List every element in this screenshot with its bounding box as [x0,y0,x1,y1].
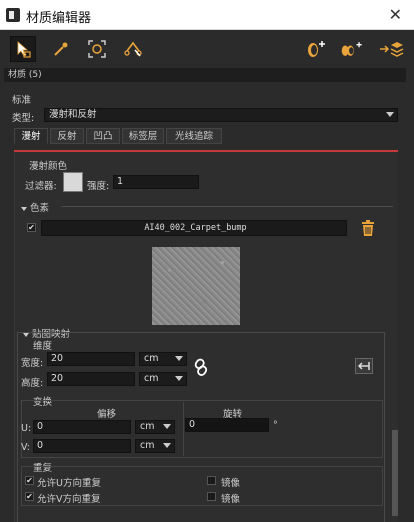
height-label: 高度: [21,378,44,389]
scissors-icon[interactable] [120,36,146,62]
tab-diffuse[interactable]: 漫射 [14,128,48,144]
filter-color-swatch[interactable] [63,172,83,192]
rotation-input[interactable]: 0 [185,418,269,432]
scan-frame-icon[interactable] [84,36,110,62]
width-label: 宽度: [21,358,44,369]
app-icon [6,8,20,22]
mirror-u-checkbox[interactable] [207,476,216,485]
color-element-label: 色素 [30,203,50,214]
texture-name-field[interactable]: AI40_002_Carpet_bump [41,220,347,236]
dimension-label: 维度 [33,341,53,352]
tab-reflection[interactable]: 反射 [50,128,84,144]
transform-divider [183,402,184,456]
link-chain-icon[interactable] [193,358,209,379]
filter-label: 过滤器: [25,181,57,192]
u-unit-value: cm [140,421,155,432]
add-material-icon[interactable] [304,36,330,62]
width-input[interactable]: 20 [47,352,135,366]
width-unit-value: cm [144,353,159,364]
v-label: V: [21,442,30,453]
diffuse-tab-content: 漫射颜色 过滤器: 强度: 1 色素 ✔ AI40_002_Carpet_bum… [14,152,398,522]
tab-ray-tracing[interactable]: 光线追踪 [166,128,222,144]
mirror-v-label: 镜像 [221,494,241,505]
mirror-u-label: 镜像 [221,478,241,489]
standard-section-label: 标准 [12,95,32,106]
height-input[interactable]: 20 [47,372,135,386]
allow-u-repeat-label: 允许U方向重复 [37,478,101,489]
v-unit-value: cm [140,440,155,451]
mirror-v-checkbox[interactable] [207,492,216,501]
allow-v-repeat-checkbox[interactable]: ✔ [25,492,34,501]
u-label: U: [21,423,32,434]
toolbar [0,30,414,68]
chevron-down-icon [163,443,171,448]
color-element-section[interactable]: 色素 [21,200,49,214]
width-unit-select[interactable]: cm [139,352,187,366]
chevron-down-icon [163,424,171,429]
v-unit-select[interactable]: cm [135,439,175,453]
type-select-value: 漫射和反射 [49,109,97,120]
select-arrow-icon[interactable] [10,36,36,62]
collapse-triangle-icon [21,206,27,211]
close-button[interactable]: ✕ [389,5,402,24]
import-stack-icon[interactable] [378,36,404,62]
material-count-header: 材质 (5) [4,68,406,82]
title-bar: 材质编辑器 ✕ [0,0,414,30]
add-multiple-materials-icon[interactable] [340,36,366,62]
offset-label: 偏移 [97,409,117,420]
tab-bump[interactable]: 凹凸 [86,128,120,144]
allow-v-repeat-label: 允许V方向重复 [37,494,101,505]
trash-icon[interactable] [361,219,375,240]
height-unit-select[interactable]: cm [139,372,187,386]
diffuse-color-label: 漫射颜色 [29,161,68,172]
section-divider [61,206,393,207]
window-title: 材质编辑器 [26,11,92,26]
type-label: 类型: [12,113,35,124]
u-unit-select[interactable]: cm [135,420,175,434]
allow-u-repeat-checkbox[interactable]: ✔ [25,476,34,485]
degree-symbol: ° [273,420,278,431]
texture-enable-checkbox[interactable]: ✔ [27,223,36,232]
reset-mapping-icon[interactable] [355,358,373,374]
chevron-down-icon [175,376,183,381]
texture-preview-image[interactable] [152,247,240,325]
chevron-down-icon [386,112,394,117]
strength-label: 强度: [87,181,110,192]
v-offset-input[interactable]: 0 [33,439,131,453]
type-select[interactable]: 漫射和反射 [44,108,398,122]
eyedropper-icon[interactable] [48,36,74,62]
scrollbar-track[interactable] [404,82,414,522]
scrollbar-thumb[interactable] [392,430,398,516]
height-unit-value: cm [144,373,159,384]
chevron-down-icon [175,356,183,361]
u-offset-input[interactable]: 0 [33,420,131,434]
tab-label-layer[interactable]: 标签层 [122,128,164,144]
strength-input[interactable]: 1 [113,175,199,189]
